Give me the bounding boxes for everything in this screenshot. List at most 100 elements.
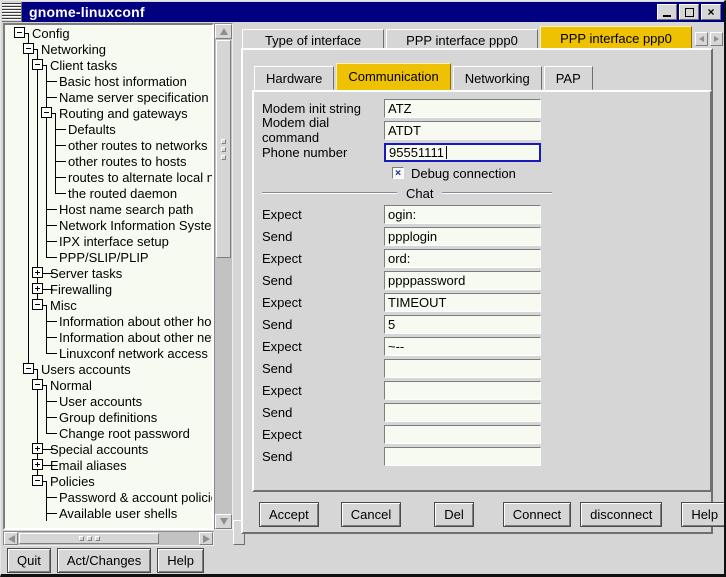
horizontal-scroll-thumb[interactable] bbox=[19, 533, 159, 544]
tree-line bbox=[46, 305, 47, 313]
scroll-right-icon bbox=[203, 535, 210, 543]
tree-horizontal-scrollbar[interactable] bbox=[3, 531, 214, 546]
accept-button[interactable]: Accept bbox=[259, 502, 319, 527]
cancel-button[interactable]: Cancel bbox=[341, 502, 401, 527]
connect-button[interactable]: Connect bbox=[503, 502, 571, 527]
tree-item[interactable]: User accounts bbox=[5, 393, 212, 409]
tab-prev-button[interactable] bbox=[695, 32, 708, 46]
tree-item[interactable]: Policies bbox=[5, 473, 212, 489]
chat-send-input[interactable] bbox=[384, 227, 541, 246]
tree-expander-closed-icon[interactable] bbox=[32, 267, 43, 278]
tree-item[interactable]: Config bbox=[5, 25, 212, 41]
debug-connection-checkbox[interactable]: × bbox=[392, 167, 404, 179]
tab-communication-active[interactable]: Communication bbox=[336, 63, 450, 90]
thumb-grip-dot bbox=[221, 139, 226, 144]
tree-item[interactable]: the routed daemon bbox=[5, 185, 212, 201]
tree-item[interactable]: Server tasks bbox=[5, 265, 212, 281]
tree-expander-open-icon[interactable] bbox=[32, 59, 43, 70]
tree-vertical-scrollbar[interactable] bbox=[214, 23, 233, 530]
chat-expect-input[interactable] bbox=[384, 249, 541, 268]
chat-expect-input[interactable] bbox=[384, 425, 541, 444]
tab-next-button[interactable] bbox=[710, 32, 723, 46]
tree-item[interactable]: Users accounts bbox=[5, 361, 212, 377]
modem-init-input[interactable] bbox=[384, 99, 541, 118]
chat-send-input[interactable] bbox=[384, 271, 541, 290]
tree-item[interactable]: Host name search path bbox=[5, 201, 212, 217]
chat-expect-input[interactable] bbox=[384, 337, 541, 356]
chat-send-input[interactable] bbox=[384, 403, 541, 422]
chat-expect-input[interactable] bbox=[384, 381, 541, 400]
tree-expander-open-icon[interactable] bbox=[32, 379, 43, 390]
tree-item[interactable]: Basic host information bbox=[5, 73, 212, 89]
tree-item[interactable]: Email aliases bbox=[5, 457, 212, 473]
tree-expander-open-icon[interactable] bbox=[23, 363, 34, 374]
act-changes-button[interactable]: Act/Changes bbox=[57, 548, 151, 573]
tree-item[interactable]: Networking bbox=[5, 41, 212, 57]
help-button[interactable]: Help bbox=[681, 502, 726, 527]
tree-item[interactable]: Group definitions bbox=[5, 409, 212, 425]
scroll-down-button[interactable] bbox=[215, 514, 232, 529]
minimize-button[interactable] bbox=[657, 4, 677, 20]
tab-pap[interactable]: PAP bbox=[544, 66, 593, 90]
chat-expect-input[interactable] bbox=[384, 205, 541, 224]
tree-line bbox=[46, 137, 47, 153]
vertical-scroll-thumb[interactable] bbox=[216, 40, 231, 258]
phone-number-input[interactable] bbox=[384, 143, 541, 162]
tree-line bbox=[37, 137, 38, 153]
tree-expander-open-icon[interactable] bbox=[32, 475, 43, 486]
tree-item[interactable]: Defaults bbox=[5, 121, 212, 137]
chat-script-rows: ExpectSendExpectSendExpectSendExpectSend… bbox=[254, 203, 710, 467]
tree-item[interactable]: Misc bbox=[5, 297, 212, 313]
tree-item[interactable]: Name server specification (D bbox=[5, 89, 212, 105]
chat-expect-input[interactable] bbox=[384, 293, 541, 312]
tree-item[interactable]: routes to alternate local ne bbox=[5, 169, 212, 185]
tree-item-label: Email aliases bbox=[50, 458, 127, 473]
tree-item[interactable]: PPP/SLIP/PLIP bbox=[5, 249, 212, 265]
scroll-right-button[interactable] bbox=[199, 532, 213, 545]
tree-item[interactable]: Information about other hosts bbox=[5, 313, 212, 329]
tree-item[interactable]: other routes to networks bbox=[5, 137, 212, 153]
tree-expander-closed-icon[interactable] bbox=[32, 443, 43, 454]
tree-item[interactable]: Normal bbox=[5, 377, 212, 393]
modem-dial-input[interactable] bbox=[384, 121, 541, 140]
tree-line bbox=[55, 177, 66, 178]
tree-expander-open-icon[interactable] bbox=[41, 107, 52, 118]
tree-line bbox=[46, 321, 57, 322]
tree-item[interactable]: other routes to hosts bbox=[5, 153, 212, 169]
scroll-up-button[interactable] bbox=[215, 24, 232, 39]
maximize-button[interactable] bbox=[679, 4, 699, 20]
tab-next-icon bbox=[714, 36, 719, 42]
tree-item[interactable]: Special accounts bbox=[5, 441, 212, 457]
chat-send-input[interactable] bbox=[384, 447, 541, 466]
tree-item[interactable]: Change root password bbox=[5, 425, 212, 441]
chat-send-input[interactable] bbox=[384, 359, 541, 378]
tree-item[interactable]: Linuxconf network access bbox=[5, 345, 212, 361]
del-button[interactable]: Del bbox=[434, 502, 474, 527]
tree-expander-open-icon[interactable] bbox=[23, 43, 34, 54]
tree-expander-closed-icon[interactable] bbox=[32, 283, 43, 294]
quit-button[interactable]: Quit bbox=[7, 548, 51, 573]
footer-help-button[interactable]: Help bbox=[157, 548, 204, 573]
scroll-left-button[interactable] bbox=[4, 532, 18, 545]
tree-expander-open-icon[interactable] bbox=[32, 299, 43, 310]
tree-item[interactable]: Available user shells bbox=[5, 505, 212, 521]
tree-item[interactable]: Routing and gateways bbox=[5, 105, 212, 121]
chat-row-send: Send bbox=[254, 357, 710, 379]
tab-networking[interactable]: Networking bbox=[453, 66, 542, 90]
tree-line bbox=[37, 185, 38, 201]
window-menu-icon[interactable] bbox=[2, 2, 22, 22]
chat-field-label: Send bbox=[262, 361, 384, 376]
tree-item[interactable]: Network Information System bbox=[5, 217, 212, 233]
tree-item[interactable]: Client tasks bbox=[5, 57, 212, 73]
tree-item[interactable]: Firewalling bbox=[5, 281, 212, 297]
tree-expander-closed-icon[interactable] bbox=[32, 459, 43, 470]
disconnect-button[interactable]: disconnect bbox=[580, 502, 662, 527]
tree-item[interactable]: Information about other netw bbox=[5, 329, 212, 345]
tab-hardware[interactable]: Hardware bbox=[254, 66, 334, 90]
tree-expander-open-icon[interactable] bbox=[14, 27, 25, 38]
chat-send-input[interactable] bbox=[384, 315, 541, 334]
close-button[interactable]: × bbox=[701, 4, 721, 20]
tree-item[interactable]: Password & account policie bbox=[5, 489, 212, 505]
tree-item[interactable]: IPX interface setup bbox=[5, 233, 212, 249]
tree-item-label: Client tasks bbox=[50, 58, 117, 73]
